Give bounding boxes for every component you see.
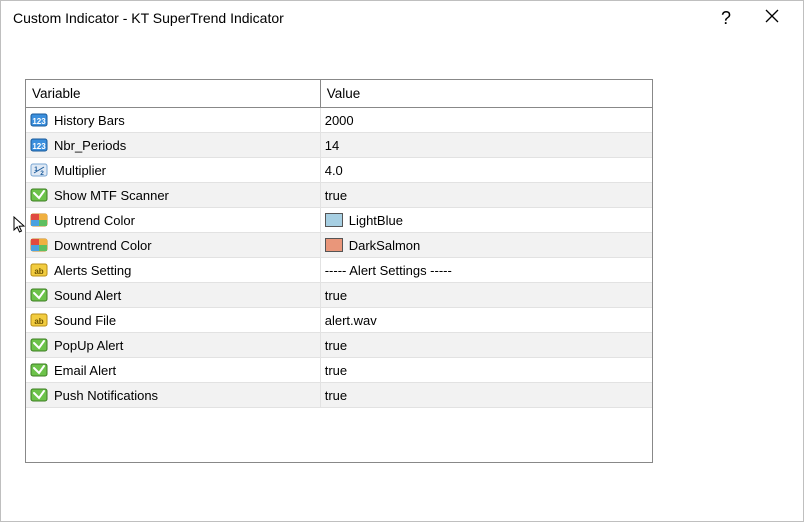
column-header-value[interactable]: Value (320, 80, 652, 108)
parameters-table-container: Variable Value History Bars 2000 Nbr_Perio… (25, 79, 653, 463)
close-icon (765, 9, 779, 28)
value-text[interactable]: true (325, 388, 347, 403)
help-icon: ? (721, 8, 731, 29)
help-button[interactable]: ? (703, 1, 749, 35)
table-row[interactable]: Push Notifications true (26, 383, 652, 408)
table-row[interactable]: PopUp Alert true (26, 333, 652, 358)
variable-label: Multiplier (54, 163, 106, 178)
bool-icon (30, 362, 48, 378)
parameters-table: Variable Value History Bars 2000 Nbr_Perio… (26, 80, 652, 408)
number-icon (30, 112, 48, 128)
table-row[interactable]: Downtrend Color DarkSalmon (26, 233, 652, 258)
variable-label: Email Alert (54, 363, 116, 378)
variable-label: Sound Alert (54, 288, 121, 303)
bool-icon (30, 387, 48, 403)
close-button[interactable] (749, 1, 795, 35)
color-swatch (325, 213, 343, 227)
value-text[interactable]: 14 (325, 138, 339, 153)
variable-label: PopUp Alert (54, 338, 123, 353)
table-row[interactable]: Show MTF Scanner true (26, 183, 652, 208)
variable-label: Alerts Setting (54, 263, 131, 278)
value-text[interactable]: true (325, 288, 347, 303)
variable-label: Downtrend Color (54, 238, 152, 253)
titlebar: Custom Indicator - KT SuperTrend Indicat… (1, 1, 803, 35)
bool-icon (30, 337, 48, 353)
variable-label: Nbr_Periods (54, 138, 126, 153)
value-text[interactable]: true (325, 363, 347, 378)
color-icon (30, 212, 48, 228)
value-text[interactable]: ----- Alert Settings ----- (325, 263, 452, 278)
value-text[interactable]: alert.wav (325, 313, 377, 328)
bool-icon (30, 287, 48, 303)
string-icon (30, 312, 48, 328)
variable-label: Sound File (54, 313, 116, 328)
table-row[interactable]: Multiplier 4.0 (26, 158, 652, 183)
variable-label: Uptrend Color (54, 213, 135, 228)
value-text[interactable]: 2000 (325, 113, 354, 128)
table-row[interactable]: Sound Alert true (26, 283, 652, 308)
color-swatch (325, 238, 343, 252)
window-title: Custom Indicator - KT SuperTrend Indicat… (13, 10, 703, 26)
color-icon (30, 237, 48, 253)
table-row[interactable]: Email Alert true (26, 358, 652, 383)
value-text[interactable]: LightBlue (349, 213, 403, 228)
table-row[interactable]: Nbr_Periods 14 (26, 133, 652, 158)
table-row[interactable]: Sound File alert.wav (26, 308, 652, 333)
value-text[interactable]: DarkSalmon (349, 238, 421, 253)
table-row[interactable]: Uptrend Color LightBlue (26, 208, 652, 233)
variable-label: Show MTF Scanner (54, 188, 169, 203)
column-header-variable[interactable]: Variable (26, 80, 320, 108)
bool-icon (30, 187, 48, 203)
variable-label: History Bars (54, 113, 125, 128)
value-text[interactable]: true (325, 188, 347, 203)
variable-label: Push Notifications (54, 388, 158, 403)
number-icon (30, 137, 48, 153)
table-row[interactable]: History Bars 2000 (26, 108, 652, 133)
string-icon (30, 262, 48, 278)
value-text[interactable]: true (325, 338, 347, 353)
value-text[interactable]: 4.0 (325, 163, 343, 178)
fraction-icon (30, 162, 48, 178)
table-row[interactable]: Alerts Setting ----- Alert Settings ----- (26, 258, 652, 283)
